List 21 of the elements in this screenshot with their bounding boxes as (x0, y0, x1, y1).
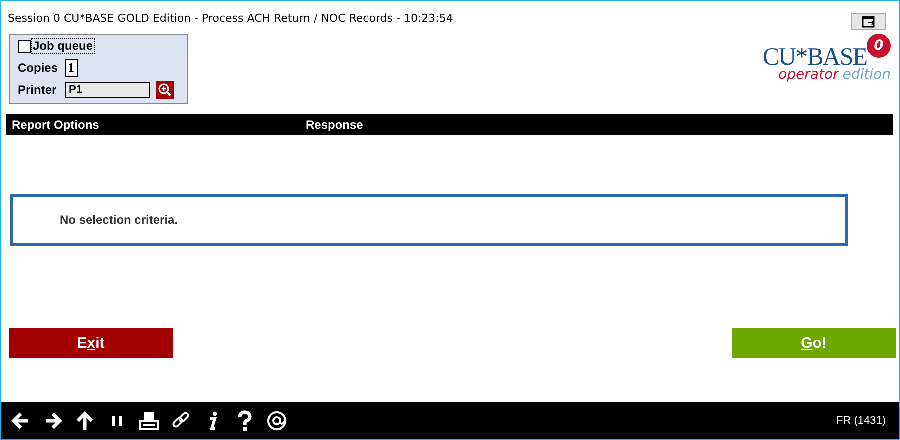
field-label: Copies (18, 61, 60, 75)
search-button[interactable] (156, 81, 174, 99)
up-arrow-icon[interactable] (74, 410, 96, 432)
printer-icon[interactable] (138, 410, 160, 432)
at-sign-icon[interactable] (266, 410, 288, 432)
logo-tagline: edition (842, 67, 891, 83)
status-text: FR (1431) (836, 414, 886, 426)
message-text: No selection criteria. (59, 213, 178, 227)
exit-button[interactable]: Exit (9, 328, 173, 358)
checkbox-label[interactable]: Job queue (31, 38, 96, 54)
copies-field[interactable]: 1 (65, 59, 78, 77)
checkbox[interactable] (18, 40, 31, 52)
column-header: Response (306, 118, 364, 132)
logo-tagline: operator (778, 67, 839, 83)
field-label: Printer (18, 83, 58, 97)
window-icon (862, 16, 876, 28)
printer-field[interactable]: P1 (65, 82, 150, 98)
column-header: Report Options (11, 118, 100, 132)
window-title: Session 0 CU*BASE GOLD Edition - Process ACH Return / NOC Records - 10:23:54 (8, 12, 454, 24)
gear-badge: 0 (867, 34, 891, 58)
restore-button[interactable] (851, 13, 886, 30)
